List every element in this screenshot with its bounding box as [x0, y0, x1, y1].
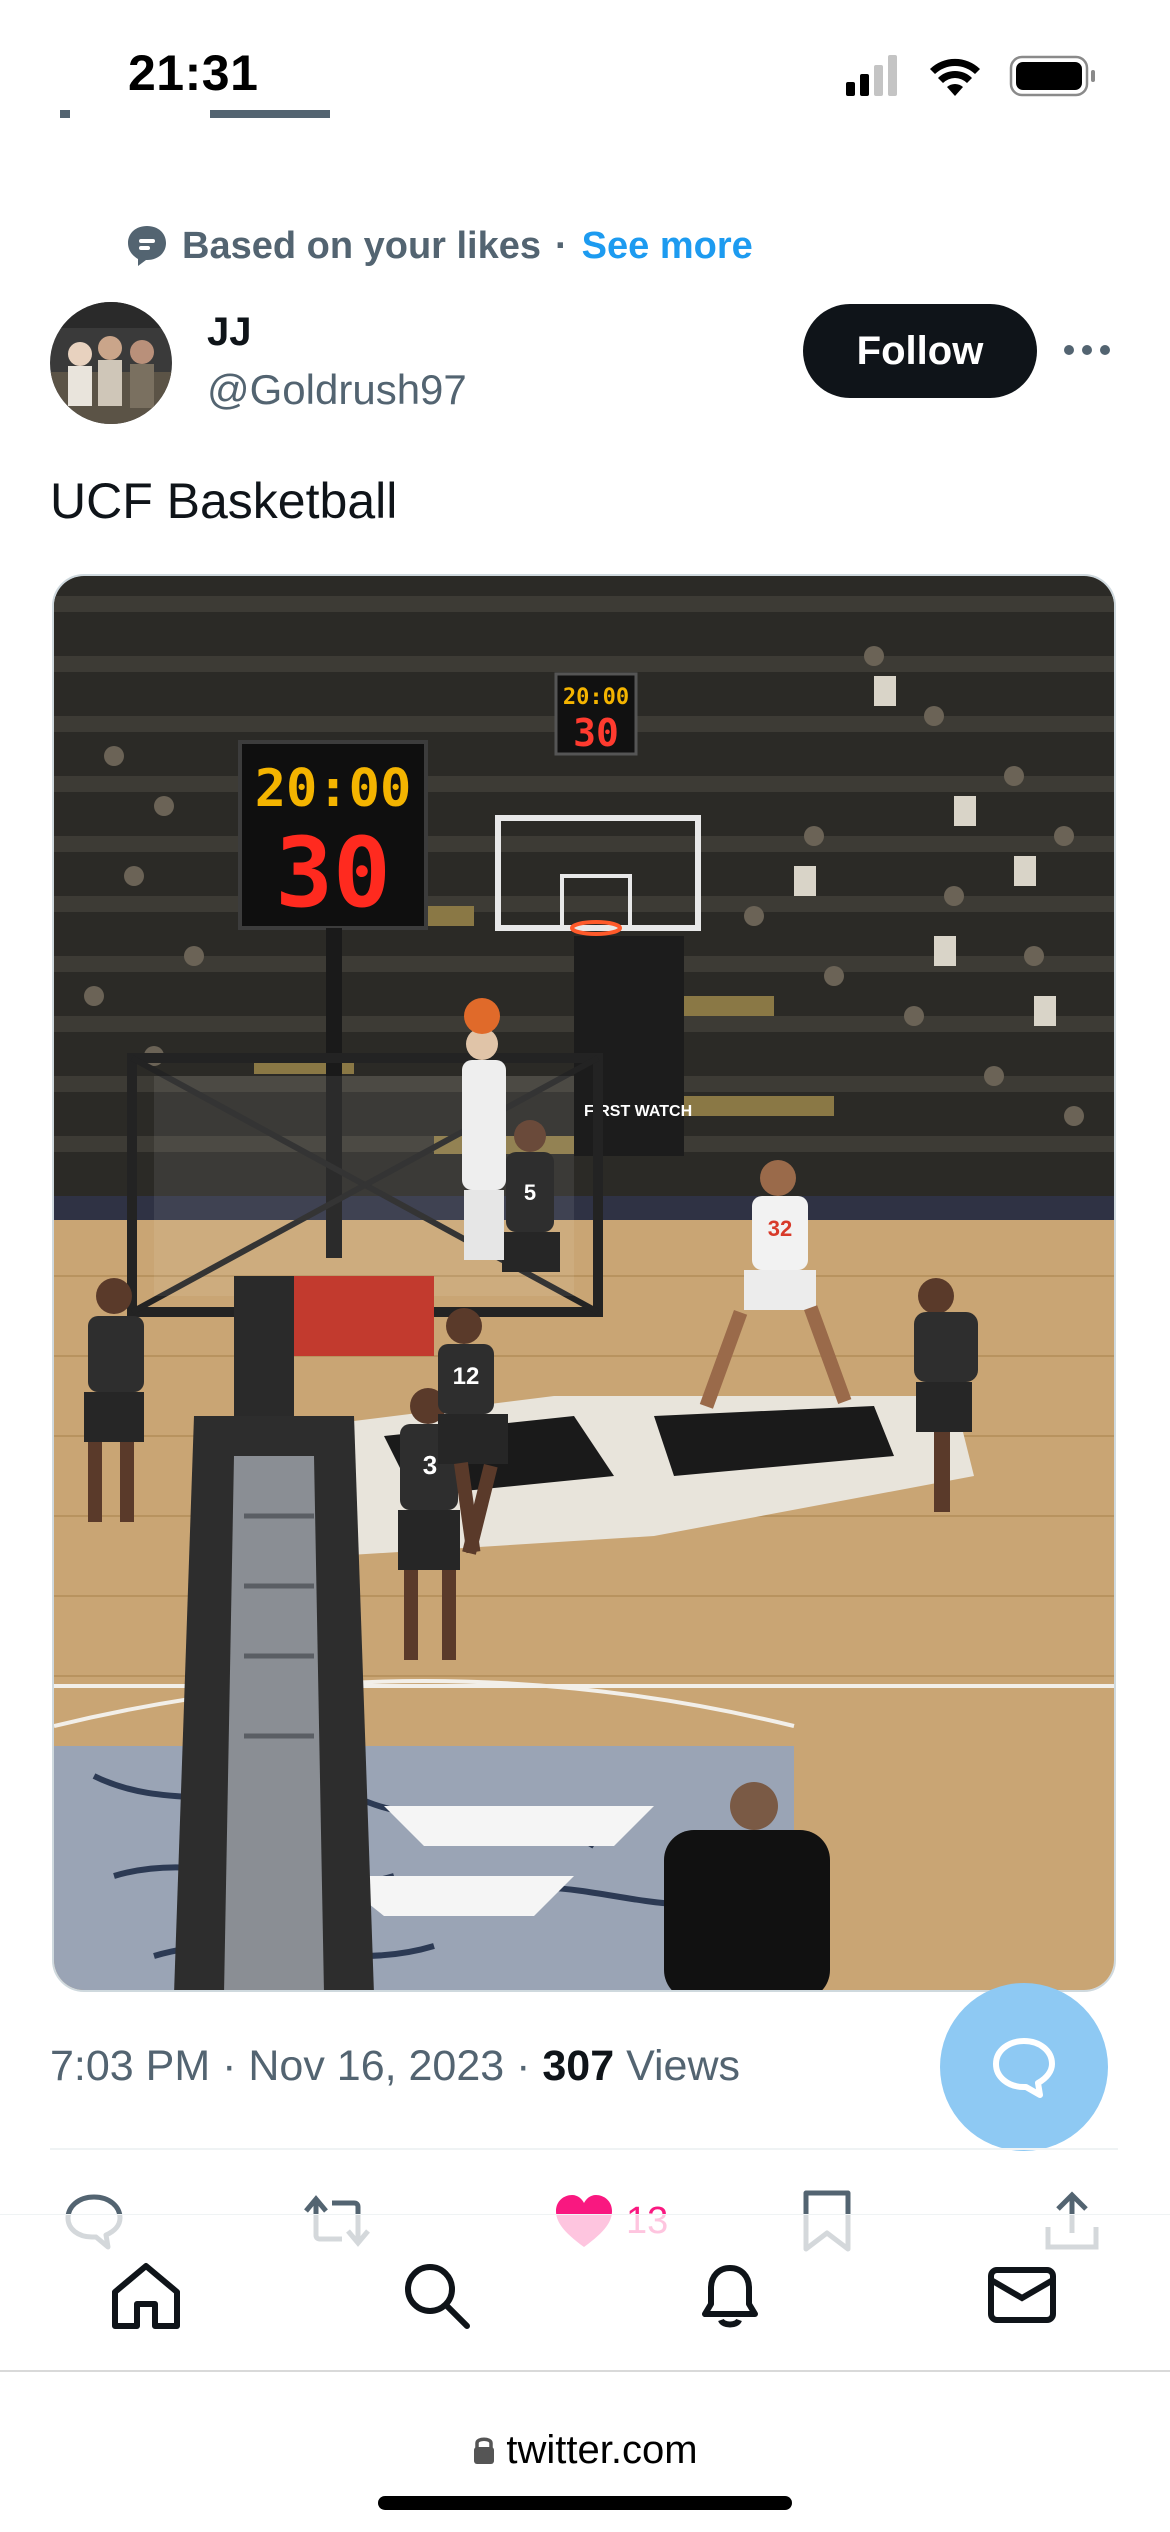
far-scoreboard-time: 20:00: [563, 685, 629, 710]
wifi-icon: [930, 58, 980, 96]
battery-icon: [1009, 55, 1095, 97]
status-icons: [846, 55, 1095, 97]
jersey-number-5: 5: [524, 1180, 536, 1205]
messages-icon: [988, 2267, 1056, 2323]
see-more-link[interactable]: See more: [582, 225, 753, 268]
basketball-court-photo: 20:00 30 FIRST WATCH 20:00 30 3 12 32 5: [54, 576, 1114, 1990]
social-context-separator: ·: [555, 224, 568, 267]
player-shooting: [462, 1028, 506, 1260]
status-time: 21:31: [128, 45, 259, 101]
divider: [50, 2148, 1118, 2150]
far-scoreboard-shot: 30: [573, 711, 619, 755]
meta-separator: ·: [504, 2042, 543, 2090]
home-indicator[interactable]: [378, 2496, 792, 2510]
cellular-signal-icon: [846, 55, 897, 96]
lock-icon: [474, 2437, 495, 2464]
search-icon: [405, 2264, 470, 2329]
home-icon: [112, 2263, 180, 2329]
browser-url-bar[interactable]: twitter.com: [0, 2370, 1170, 2532]
tweet-date[interactable]: Nov 16, 2023: [248, 2042, 504, 2091]
bottom-navigation: [0, 2214, 1170, 2374]
notifications-icon: [702, 2265, 758, 2328]
social-context: Based on your likes · See more: [126, 220, 753, 272]
tweet-text: UCF Basketball: [50, 473, 398, 529]
jersey-number-3: 3: [423, 1450, 437, 1480]
previous-content-cutoff: [50, 110, 350, 146]
chat-bubble-icon: [993, 2038, 1055, 2098]
views-count[interactable]: 307: [542, 2042, 614, 2091]
social-context-label: Based on your likes: [182, 224, 542, 267]
main-scoreboard-time: 20:00: [255, 759, 412, 819]
tweet-metadata: 7:03 PM · Nov 16, 2023 · 307 Views: [50, 2042, 740, 2091]
heart-bubble-icon: [128, 226, 166, 266]
tweet-time[interactable]: 7:03 PM: [50, 2042, 210, 2091]
main-scoreboard-shot: 30: [275, 817, 391, 929]
meta-separator: ·: [210, 2042, 249, 2090]
nav-search[interactable]: [396, 2255, 476, 2335]
display-name[interactable]: JJ: [207, 310, 252, 355]
nav-home[interactable]: [106, 2255, 186, 2335]
compose-reply-button[interactable]: [940, 1983, 1108, 2151]
nav-notifications[interactable]: [690, 2255, 770, 2335]
follow-button[interactable]: Follow: [803, 304, 1037, 398]
url-text: twitter.com: [506, 2428, 698, 2472]
jersey-number-12: 12: [453, 1363, 480, 1390]
avatar[interactable]: [50, 302, 172, 424]
views-label[interactable]: Views: [614, 2042, 740, 2091]
jersey-number-32: 32: [768, 1216, 792, 1241]
tweet-photo[interactable]: 20:00 30 FIRST WATCH 20:00 30 3 12 32 5: [52, 574, 1116, 1992]
url-display[interactable]: twitter.com: [0, 2428, 1170, 2473]
author-handle[interactable]: @Goldrush97: [207, 366, 467, 414]
nav-messages[interactable]: [982, 2255, 1062, 2335]
more-options-icon[interactable]: [1062, 330, 1112, 370]
